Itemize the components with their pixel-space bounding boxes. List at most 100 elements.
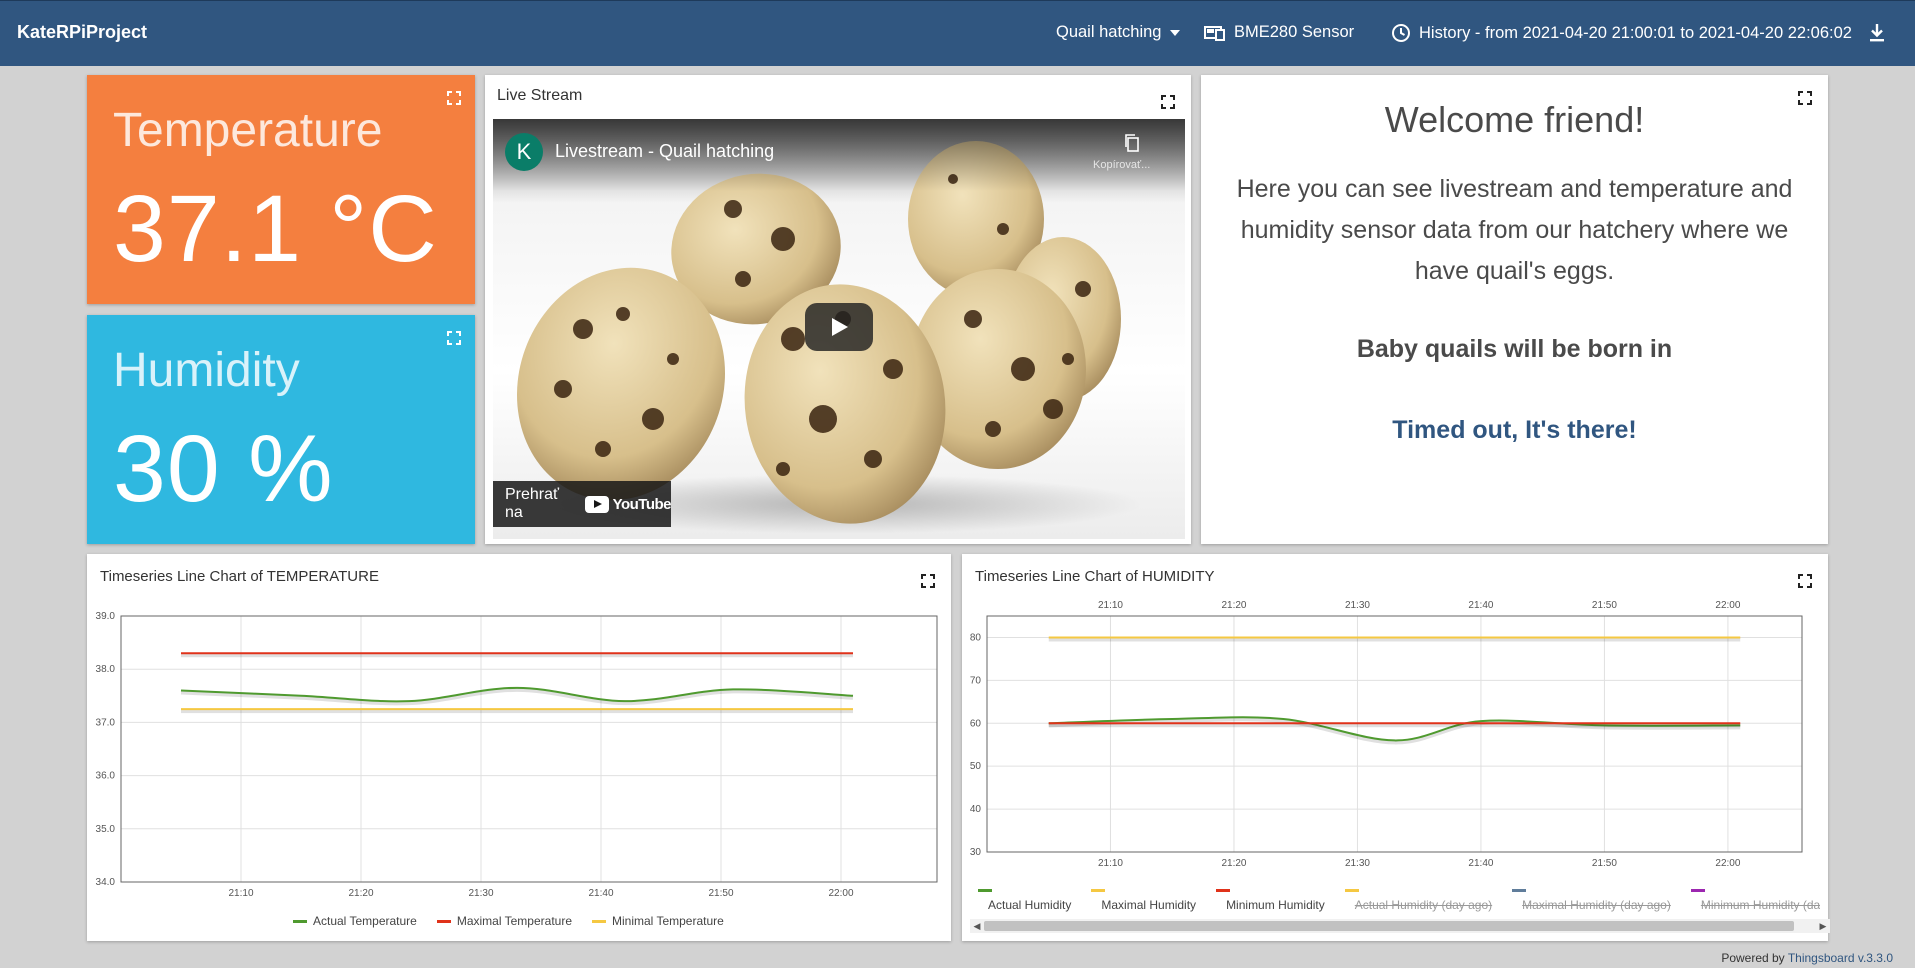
legend-label: Minimum Humidity (day a [1700, 898, 1820, 912]
youtube-embed[interactable]: K Livestream - Quail hatching Kopírovať.… [493, 119, 1185, 539]
legend-swatch [436, 919, 451, 923]
legend-item[interactable]: Actual Humidity [978, 889, 1071, 912]
y-tick-label: 70 [970, 675, 982, 686]
legend-swatch [1344, 889, 1359, 892]
legend-label: Actual Temperature [313, 914, 417, 928]
chart-legend: Actual Temperature Maximal Temperature Min… [293, 914, 724, 928]
fullscreen-icon[interactable] [445, 89, 463, 107]
humidity-label: Humidity [113, 344, 300, 397]
y-tick-label: 60 [970, 718, 982, 729]
humidity-value: 30 % [113, 416, 334, 522]
legend-label: Minimum Humidity [1226, 898, 1325, 912]
y-tick-label: 80 [970, 632, 982, 643]
legend-swatch [1512, 889, 1527, 892]
app-title: KateRPiProject [17, 22, 148, 42]
y-tick-label: 37.0 [96, 717, 116, 728]
x-tick-label: 22:00 [1715, 858, 1740, 869]
legend-item[interactable]: Maximal Humidity (day ago) [1512, 889, 1671, 912]
play-button[interactable] [805, 303, 873, 351]
legend-swatch [1690, 889, 1705, 892]
x-tick-label-top: 22:00 [1715, 600, 1740, 611]
legend-label: Maximal Temperature [456, 914, 572, 928]
y-tick-label: 40 [970, 804, 982, 815]
legend-item[interactable]: Minimum Humidity [1216, 889, 1325, 912]
x-tick-label: 21:30 [1345, 858, 1370, 869]
countdown-value: Timed out, It's there! [1392, 416, 1637, 444]
plot-area [986, 615, 1803, 853]
temperature-value: 37.1 °C [113, 176, 438, 282]
temperature-label: Temperature [113, 104, 383, 157]
welcome-widget: Welcome friend! Here you can see livestr… [1201, 75, 1828, 544]
legend-label: Maximal Humidity (day ago) [1522, 898, 1671, 912]
fullscreen-icon[interactable] [1159, 93, 1177, 111]
download-icon [1870, 24, 1884, 42]
legend-item[interactable]: Minimum Humidity (day a [1690, 889, 1820, 912]
y-tick-label: 36.0 [96, 771, 116, 782]
legend-swatch [592, 919, 606, 923]
y-tick-label: 38.0 [96, 664, 116, 675]
x-tick-label: 21:10 [1098, 858, 1123, 869]
copy-icon [1125, 134, 1139, 152]
chart-legend: Actual Humidity Maximal Humidity Minimum H… [978, 889, 1820, 912]
widget-title: Live Stream [497, 87, 583, 104]
history-label: History - from 2021-04-20 21:00:01 to 20… [1419, 23, 1852, 42]
legend-item[interactable]: Maximal Humidity [1091, 889, 1196, 912]
devices-icon [1204, 25, 1225, 41]
y-tick-label: 34.0 [96, 877, 116, 888]
copy-link-button[interactable]: Kopírovať... [1093, 133, 1150, 173]
x-tick-label-top: 21:10 [1098, 600, 1123, 611]
x-tick-label: 21:20 [1221, 858, 1246, 869]
chevron-down-icon [1169, 29, 1180, 36]
thingsboard-link[interactable]: Thingsboard v.3.3.0 [1788, 951, 1893, 965]
x-tick-label: 21:30 [468, 888, 493, 899]
watch-on-label: Prehrať na [505, 486, 560, 521]
countdown-label: Baby quails will be born in [1356, 335, 1673, 363]
watch-on-youtube-button[interactable]: Prehrať na YouTube [493, 481, 672, 527]
humidity-chart-widget: Timeseries Line Chart of HUMIDITY 30 40 50… [962, 554, 1830, 941]
channel-avatar[interactable]: K [505, 133, 543, 171]
y-tick-label: 30 [970, 847, 982, 858]
legend-item[interactable]: Actual Temperature [293, 914, 417, 928]
x-tick-label: 21:40 [588, 888, 613, 899]
x-tick-label: 22:00 [828, 888, 853, 899]
fullscreen-icon[interactable] [445, 329, 463, 347]
scroll-left-arrow[interactable]: ◀ [970, 919, 984, 933]
scroll-thumb[interactable] [984, 921, 1794, 931]
dashboard-select[interactable]: Quail hatching [1056, 23, 1180, 42]
y-tick-label: 39.0 [96, 611, 116, 622]
legend-swatch [293, 919, 307, 923]
top-bar: KateRPiProject Quail hatching BME280 Sen… [0, 0, 1915, 66]
legend-scrollbar[interactable]: ◀ ▶ [970, 919, 1830, 933]
footer-prefix: Powered by [1721, 951, 1785, 965]
legend-item[interactable]: Maximal Temperature [436, 914, 572, 928]
y-tick-label: 50 [970, 761, 982, 772]
legend-item[interactable]: Actual Humidity (day ago) [1344, 889, 1493, 912]
play-icon [832, 318, 848, 336]
x-tick-label-top: 21:50 [1592, 600, 1617, 611]
device-label: BME280 Sensor [1234, 23, 1355, 41]
humidity-chart[interactable]: 30 40 50 60 70 80 21:10 21:10 21:20 21:20 21:30 21:… [962, 554, 1828, 941]
welcome-title: Welcome friend! [1384, 99, 1645, 140]
copy-label: Kopírovať... [1093, 159, 1151, 171]
x-tick-label: 21:50 [1592, 858, 1617, 869]
legend-item[interactable]: Minimal Temperature [592, 914, 724, 928]
legend-label: Minimal Temperature [612, 914, 724, 928]
video-title[interactable]: Livestream - Quail hatching [555, 141, 774, 162]
x-tick-label-top: 21:20 [1221, 600, 1246, 611]
export-button[interactable] [1868, 23, 1886, 43]
y-tick-label: 35.0 [96, 824, 116, 835]
youtube-logo: YouTube [584, 495, 672, 513]
x-tick-label: 21:50 [708, 888, 733, 899]
humidity-widget: Humidity 30 % [87, 315, 475, 544]
scroll-right-arrow[interactable]: ▶ [1816, 919, 1830, 933]
x-tick-label: 21:10 [228, 888, 253, 899]
history-timewindow[interactable]: History - from 2021-04-20 21:00:01 to 20… [1391, 23, 1852, 43]
footer: Powered by Thingsboard v.3.3.0 [1721, 951, 1893, 965]
x-tick-label: 21:20 [348, 888, 373, 899]
legend-label: Maximal Humidity [1101, 898, 1197, 912]
device-selector[interactable]: BME280 Sensor [1204, 23, 1354, 42]
temperature-chart-widget: Timeseries Line Chart of TEMPERATURE 34.… [87, 554, 951, 941]
legend-label: Actual Humidity (day ago) [1354, 898, 1493, 912]
temperature-chart[interactable]: 34.0 35.0 36.0 37.0 38.0 39.0 21:10 21:20 21:30 2… [87, 554, 951, 941]
x-tick-label: 21:40 [1468, 858, 1493, 869]
